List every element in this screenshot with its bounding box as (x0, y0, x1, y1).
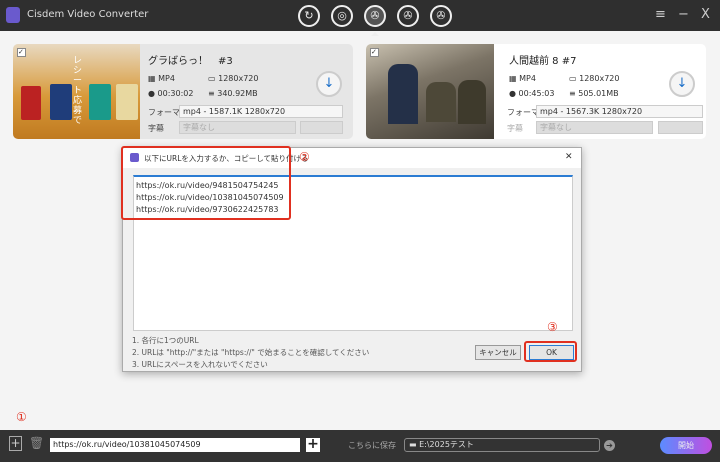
resolution-info: ▭ 1280x720 (569, 74, 620, 83)
storage-icon: ≡ (208, 89, 218, 98)
video-card: レシート応募で ✓ グラばらっ！ #3 ▦ MP4 ▭ 1280x720 ● 0… (13, 44, 353, 139)
add-button[interactable]: + (306, 437, 320, 452)
size-info: ≡ 505.01MB (569, 89, 619, 98)
minimize-button[interactable]: − (678, 7, 689, 22)
film-icon: ▦ (148, 74, 159, 83)
video-card: ✓ 人間越前 8 #7 ▦ MP4 ▭ 1280x720 ● 00:45:03 … (366, 44, 706, 139)
app-logo-icon (6, 7, 20, 23)
annotation-2: ② (299, 150, 310, 164)
annotation-1: ① (16, 410, 27, 424)
highlight-box-dialog-title (121, 146, 291, 220)
save-label: こちらに保存 (348, 441, 396, 450)
video-title: 人間越前 8 #7 (509, 56, 577, 67)
hint-text: 2. URLは "http://"または "https://" で始まることを確… (132, 348, 370, 357)
clock-icon: ● (509, 89, 519, 98)
format-label: フォーマ (148, 108, 180, 117)
download-mode-icon[interactable]: ✇ (364, 5, 386, 27)
menu-icon[interactable]: ≡ (655, 7, 666, 22)
format-select[interactable]: mp4 - 1587.1K 1280x720 (179, 105, 343, 118)
video-title: グラばらっ！ #3 (148, 56, 233, 67)
edit-mode-icon[interactable]: ✇ (430, 5, 452, 27)
download-button[interactable]: ↓ (316, 71, 342, 97)
monitor-icon: ▭ (208, 74, 219, 83)
app-title: Cisdem Video Converter (27, 9, 149, 20)
compress-mode-icon[interactable]: ✇ (397, 5, 419, 27)
size-info: ≡ 340.92MB (208, 89, 258, 98)
trash-icon[interactable]: 🗑 (29, 436, 44, 450)
video-thumbnail: レシート応募で (13, 44, 140, 139)
thumbnail-text: レシート応募で (73, 56, 83, 126)
clock-icon: ● (148, 89, 158, 98)
select-checkbox[interactable]: ✓ (370, 48, 379, 57)
format-label: フォーマ (507, 108, 539, 117)
open-folder-arrow-icon[interactable]: ➔ (604, 440, 615, 451)
hint-text: 3. URLにスペースを入れないでください (132, 360, 268, 369)
highlight-box-ok (524, 341, 577, 362)
select-checkbox[interactable]: ✓ (17, 48, 26, 57)
save-path-field[interactable]: ▬ E:\2025テスト (404, 438, 600, 452)
resolution-info: ▭ 1280x720 (208, 74, 259, 83)
add-url-icon[interactable]: + (9, 436, 22, 451)
rip-mode-icon[interactable]: ◎ (331, 5, 353, 27)
title-bar: Cisdem Video Converter ↻ ◎ ✇ ✇ ✇ ≡ − X (0, 0, 720, 36)
format-info: ▦ MP4 (148, 74, 175, 83)
dialog-close-button[interactable]: ✕ (565, 152, 573, 162)
monitor-icon: ▭ (569, 74, 580, 83)
storage-icon: ≡ (569, 89, 579, 98)
subtitle-label: 字幕 (148, 124, 164, 133)
subtitle-track-select[interactable] (658, 121, 703, 134)
cancel-button[interactable]: キャンセル (475, 345, 521, 360)
folder-icon: ▬ (409, 440, 420, 449)
active-mode-indicator (371, 28, 379, 36)
hint-text: 1. 各行に1つのURL (132, 336, 199, 345)
close-button[interactable]: X (701, 7, 710, 22)
convert-mode-icon[interactable]: ↻ (298, 5, 320, 27)
subtitle-label: 字幕 (507, 124, 523, 133)
start-button[interactable]: 開始 (660, 437, 712, 454)
video-thumbnail (366, 44, 494, 139)
format-select[interactable]: mp4 - 1567.3K 1280x720 (536, 105, 703, 118)
format-info: ▦ MP4 (509, 74, 536, 83)
subtitle-track-select[interactable] (300, 121, 343, 134)
duration-info: ● 00:45:03 (509, 89, 555, 98)
film-icon: ▦ (509, 74, 520, 83)
download-button[interactable]: ↓ (669, 71, 695, 97)
bottom-toolbar: + 🗑 https://ok.ru/video/10381045074509 +… (0, 430, 720, 462)
duration-info: ● 00:30:02 (148, 89, 194, 98)
subtitle-select[interactable]: 字幕なし (179, 121, 296, 134)
url-input[interactable]: https://ok.ru/video/10381045074509 (50, 438, 300, 452)
annotation-3: ③ (547, 320, 558, 334)
subtitle-select[interactable]: 字幕なし (536, 121, 653, 134)
